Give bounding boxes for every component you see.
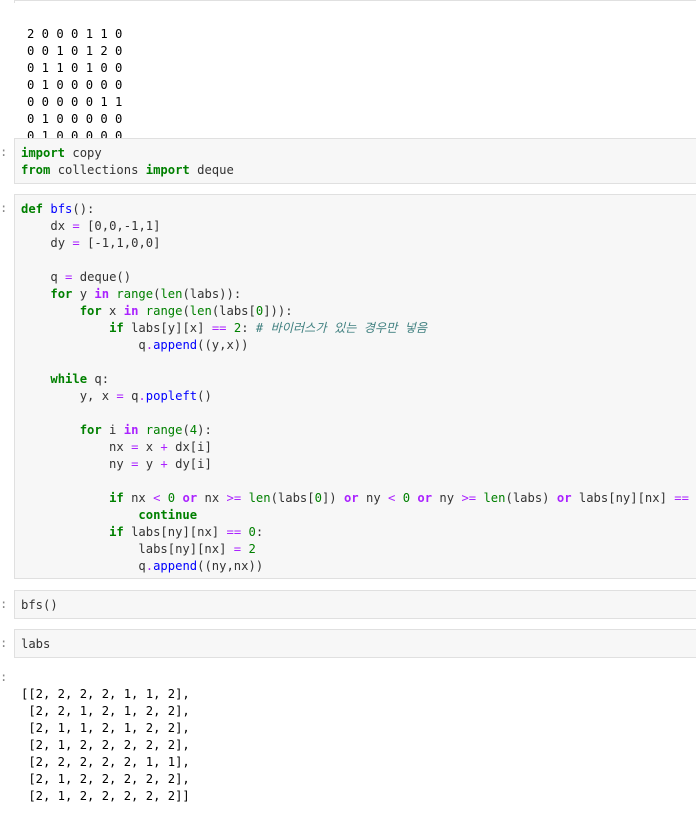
output-line: 0 0 1 0 1 2 0 bbox=[27, 44, 123, 58]
code-line: from collections import deque bbox=[21, 163, 234, 177]
code-line: q = deque() bbox=[50, 270, 132, 284]
output-line: [[2, 2, 2, 2, 1, 1, 2], bbox=[21, 687, 190, 701]
code-line: if labs[y][x] == 2: # 바이러스가 있는 경우만 넣음 bbox=[109, 321, 428, 335]
code-editor[interactable]: def bfs(): dx = [0,0,-1,1] dy = [-1,1,0,… bbox=[21, 201, 696, 575]
output-line: 0 0 0 0 0 1 1 bbox=[27, 95, 123, 109]
output-line: 0 1 0 0 0 0 0 bbox=[27, 112, 123, 126]
code-line: dy = [-1,1,0,0] bbox=[50, 236, 161, 250]
code-line: dx = [0,0,-1,1] bbox=[50, 219, 161, 233]
code-line: labs[ny][nx] = 2 bbox=[21, 542, 256, 556]
code-editor[interactable]: labs bbox=[21, 636, 50, 653]
code-line: y, x = q.popleft() bbox=[21, 389, 212, 403]
code-editor[interactable]: bfs() bbox=[21, 597, 58, 614]
code-line: for y in range(len(labs)): bbox=[50, 287, 242, 301]
cell-prompt: : bbox=[0, 201, 8, 215]
previous-output-border bbox=[14, 0, 696, 3]
cell-prompt: : bbox=[0, 597, 8, 611]
code-comment: # 바이러스가 있는 경우만 넣음 bbox=[255, 321, 428, 335]
code-cell-call[interactable]: bfs() bbox=[14, 590, 696, 619]
cell-prompt: : bbox=[0, 636, 8, 650]
output-line: 0 1 0 0 0 0 0 bbox=[27, 78, 123, 92]
code-line: q.append((y,x)) bbox=[21, 338, 249, 352]
code-line: def bfs(): bbox=[21, 202, 95, 216]
code-cell-labs[interactable]: labs bbox=[14, 629, 696, 658]
code-line: q.append((ny,nx)) bbox=[21, 559, 264, 573]
output-line: 2 0 0 0 1 1 0 bbox=[27, 27, 123, 41]
code-editor[interactable]: import copy from collections import deque bbox=[21, 145, 234, 179]
output-line: 0 1 1 0 1 0 0 bbox=[27, 61, 123, 75]
code-cell-imports[interactable]: import copy from collections import deque bbox=[14, 138, 696, 184]
code-line: while q: bbox=[50, 372, 110, 386]
output-line: [2, 1, 1, 2, 1, 2, 2], bbox=[21, 721, 190, 735]
output-line: [2, 2, 2, 2, 2, 1, 1], bbox=[21, 755, 190, 769]
cell-prompt: : bbox=[0, 145, 8, 159]
output-line: [2, 2, 1, 2, 1, 2, 2], bbox=[21, 704, 190, 718]
code-line: continue bbox=[138, 508, 198, 522]
code-line: import copy bbox=[21, 146, 102, 160]
output-prompt: : bbox=[0, 670, 8, 684]
code-line: if nx < 0 or nx >= len(labs[0]) or ny < … bbox=[109, 491, 689, 505]
code-line: ny = y + dy[i] bbox=[21, 457, 212, 471]
code-line: for x in range(len(labs[0])): bbox=[79, 304, 293, 318]
labs-output: [[2, 2, 2, 2, 1, 1, 2], [2, 2, 1, 2, 1, … bbox=[21, 669, 190, 822]
code-line: if labs[ny][nx] == 0: bbox=[109, 525, 264, 539]
code-line: nx = x + dx[i] bbox=[21, 440, 212, 454]
output-line: [2, 1, 2, 2, 2, 2, 2], bbox=[21, 738, 190, 752]
code-line: for i in range(4): bbox=[79, 423, 212, 437]
code-cell-bfs[interactable]: def bfs(): dx = [0,0,-1,1] dy = [-1,1,0,… bbox=[14, 194, 696, 579]
output-line: [2, 1, 2, 2, 2, 2, 2], bbox=[21, 772, 190, 786]
